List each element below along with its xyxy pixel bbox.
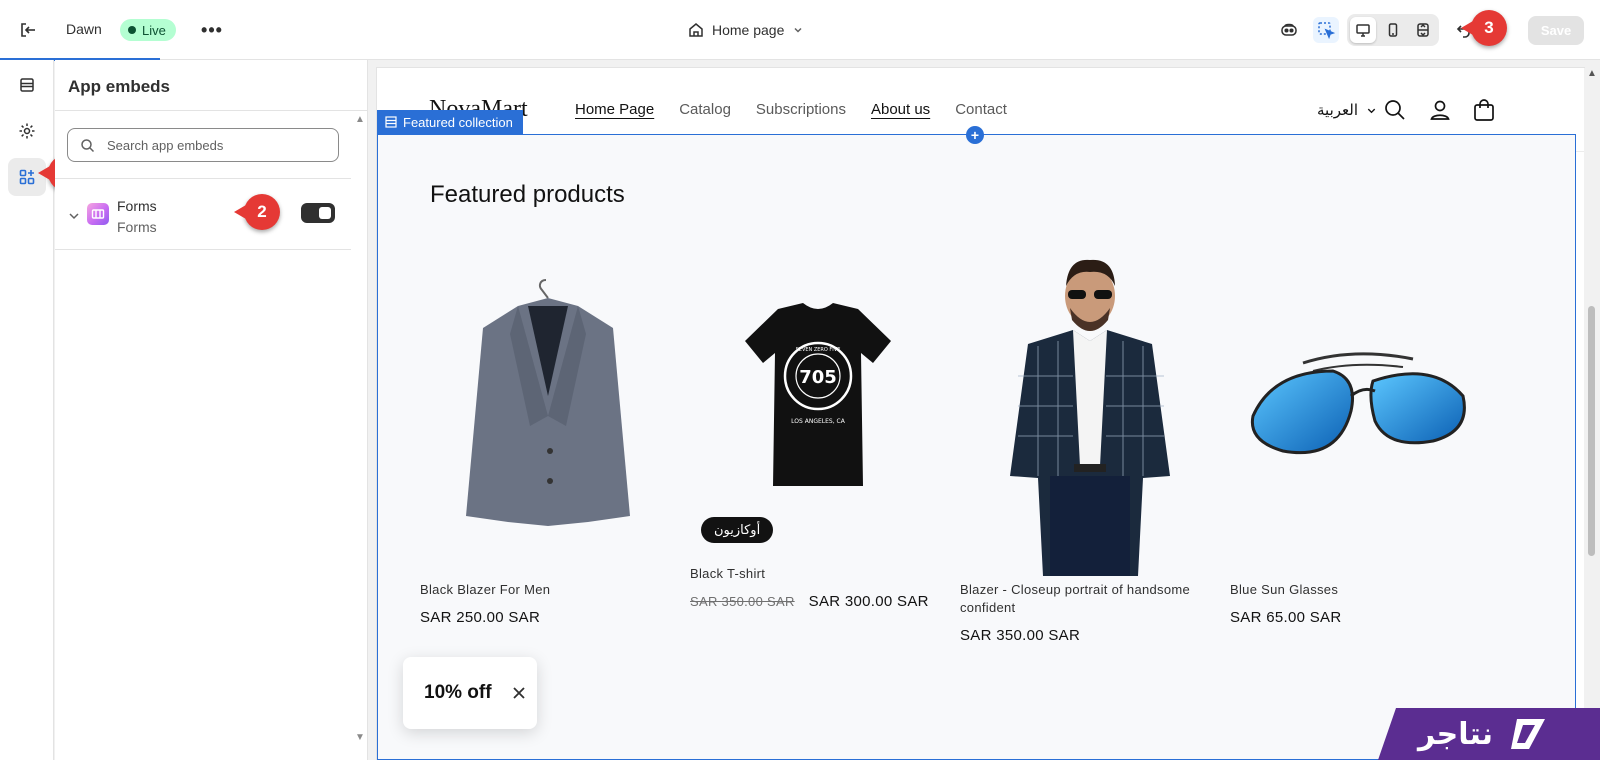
section-heading: Featured products: [430, 181, 625, 208]
fullscreen-view-icon[interactable]: [1410, 17, 1436, 43]
preview-scrollbar[interactable]: ▲: [1584, 68, 1600, 760]
product-card[interactable]: Blazer - Closeup portrait of handsome co…: [960, 241, 1216, 644]
app-embed-item[interactable]: Forms Forms: [55, 178, 351, 250]
blazer-image: [466, 279, 630, 526]
nav-about[interactable]: About us: [871, 101, 930, 118]
save-button[interactable]: Save: [1528, 16, 1584, 45]
add-section-plus-icon[interactable]: +: [966, 126, 984, 144]
store-nav: Home Page Catalog Subscriptions About us…: [575, 101, 1007, 118]
account-icon[interactable]: [1428, 98, 1452, 122]
product-card[interactable]: 705 SEVEN ZERO FIVE LOS ANGELES, CA أوكا…: [690, 241, 946, 610]
product-title[interactable]: Black T-shirt: [690, 565, 946, 583]
watermark-text: نتاجر: [1418, 716, 1494, 752]
print-number: 705: [799, 367, 837, 388]
search-icon: [81, 138, 95, 152]
scroll-up-arrow-icon[interactable]: ▲: [1587, 68, 1597, 79]
discount-popup[interactable]: 10% off: [403, 657, 537, 729]
theme-name: Dawn: [66, 21, 102, 37]
product-image[interactable]: 705 SEVEN ZERO FIVE LOS ANGELES, CA أوكا…: [690, 241, 946, 551]
embed-title: Forms: [117, 198, 157, 214]
sale-price: SAR 300.00 SAR: [808, 593, 929, 610]
scrollbar-thumb[interactable]: [1588, 306, 1595, 556]
device-view-group: [1347, 14, 1439, 46]
product-title[interactable]: Black Blazer For Men: [420, 581, 676, 599]
nav-contact[interactable]: Contact: [955, 101, 1007, 118]
panel-divider: [55, 110, 368, 111]
store-preview: NovaMart Home Page Catalog Subscriptions…: [377, 68, 1584, 760]
inspector-icon[interactable]: [1313, 17, 1339, 43]
mobile-view-icon[interactable]: [1380, 17, 1406, 43]
search-field[interactable]: [67, 128, 339, 162]
nav-subscriptions[interactable]: Subscriptions: [756, 101, 846, 118]
product-price: SAR 350.00 SAR: [960, 627, 1081, 644]
product-title[interactable]: Blue Sun Glasses: [1230, 581, 1486, 599]
exit-icon[interactable]: [17, 19, 39, 41]
forms-embed-toggle[interactable]: [301, 203, 335, 223]
panel-title: App embeds: [68, 77, 171, 96]
chevron-down-icon: [794, 27, 802, 33]
scroll-down-arrow-icon[interactable]: ▼: [355, 732, 365, 743]
app-embeds-panel: App embeds Forms Forms ▲ ▼: [55, 60, 368, 760]
product-image[interactable]: [960, 241, 1216, 581]
product-image[interactable]: [1230, 241, 1486, 581]
scroll-up-arrow-icon[interactable]: ▲: [355, 114, 365, 125]
cart-icon[interactable]: [1472, 98, 1496, 122]
product-title[interactable]: Blazer - Closeup portrait of handsome co…: [960, 581, 1216, 617]
language-selector[interactable]: العربية: [1317, 101, 1377, 119]
search-input[interactable]: [107, 137, 327, 153]
step-marker-2: 2: [234, 194, 280, 230]
chevron-down-icon[interactable]: [67, 209, 81, 223]
editor-rail: [0, 60, 54, 760]
brand-watermark: نتاجر: [1378, 708, 1600, 760]
page-selector[interactable]: Home page: [688, 18, 804, 42]
product-card[interactable]: Black Blazer For Men SAR 250.00 SAR: [420, 241, 676, 626]
product-price: SAR 250.00 SAR: [420, 609, 541, 626]
sale-badge: أوكازيون: [701, 517, 774, 543]
language-label: العربية: [1317, 102, 1358, 119]
print-ring-text: SEVEN ZERO FIVE: [796, 347, 841, 353]
home-icon: [689, 23, 703, 37]
compare-price: SAR 350.00 SAR: [690, 594, 795, 609]
product-price: SAR 65.00 SAR: [1230, 609, 1342, 626]
product-price: SAR 350.00 SAR SAR 300.00 SAR: [690, 593, 946, 610]
close-icon[interactable]: [512, 686, 526, 700]
toggle-knob: [319, 207, 331, 219]
desktop-view-icon[interactable]: [1350, 17, 1376, 43]
man-in-blazer-image: [1010, 259, 1170, 576]
step-marker-3: 3: [1461, 10, 1507, 46]
editor-topbar: Dawn Live ••• Home page Save: [0, 0, 1600, 61]
page-selector-label: Home page: [712, 22, 785, 38]
print-city: LOS ANGELES, CA: [791, 418, 846, 425]
theme-settings-icon[interactable]: [8, 112, 46, 150]
product-card[interactable]: Blue Sun Glasses SAR 65.00 SAR: [1230, 241, 1486, 626]
product-image[interactable]: [420, 241, 676, 581]
embed-subtitle: Forms: [117, 219, 157, 235]
section-grid-icon: [385, 116, 397, 128]
nav-catalog[interactable]: Catalog: [679, 101, 731, 118]
live-label: Live: [142, 22, 166, 38]
forms-app-icon: [87, 203, 109, 225]
chevron-down-icon: [1367, 108, 1376, 113]
ai-assistant-icon[interactable]: [1276, 17, 1302, 43]
live-status-badge: Live: [120, 19, 176, 41]
brand-logo-icon: [1511, 719, 1546, 749]
search-icon[interactable]: [1383, 98, 1407, 122]
nav-home[interactable]: Home Page: [575, 101, 654, 118]
selected-section-name: Featured collection: [403, 114, 513, 130]
tshirt-image: 705 SEVEN ZERO FIVE LOS ANGELES, CA: [745, 303, 891, 486]
sections-icon[interactable]: [8, 66, 46, 104]
more-actions-button[interactable]: •••: [200, 18, 224, 42]
status-dot-icon: [128, 26, 136, 34]
sunglasses-image: [1250, 352, 1466, 455]
discount-label[interactable]: 10% off: [424, 682, 492, 704]
selected-section-label[interactable]: Featured collection: [377, 110, 523, 134]
featured-collection-section[interactable]: Featured products Black Blazer For Men S…: [377, 134, 1576, 760]
